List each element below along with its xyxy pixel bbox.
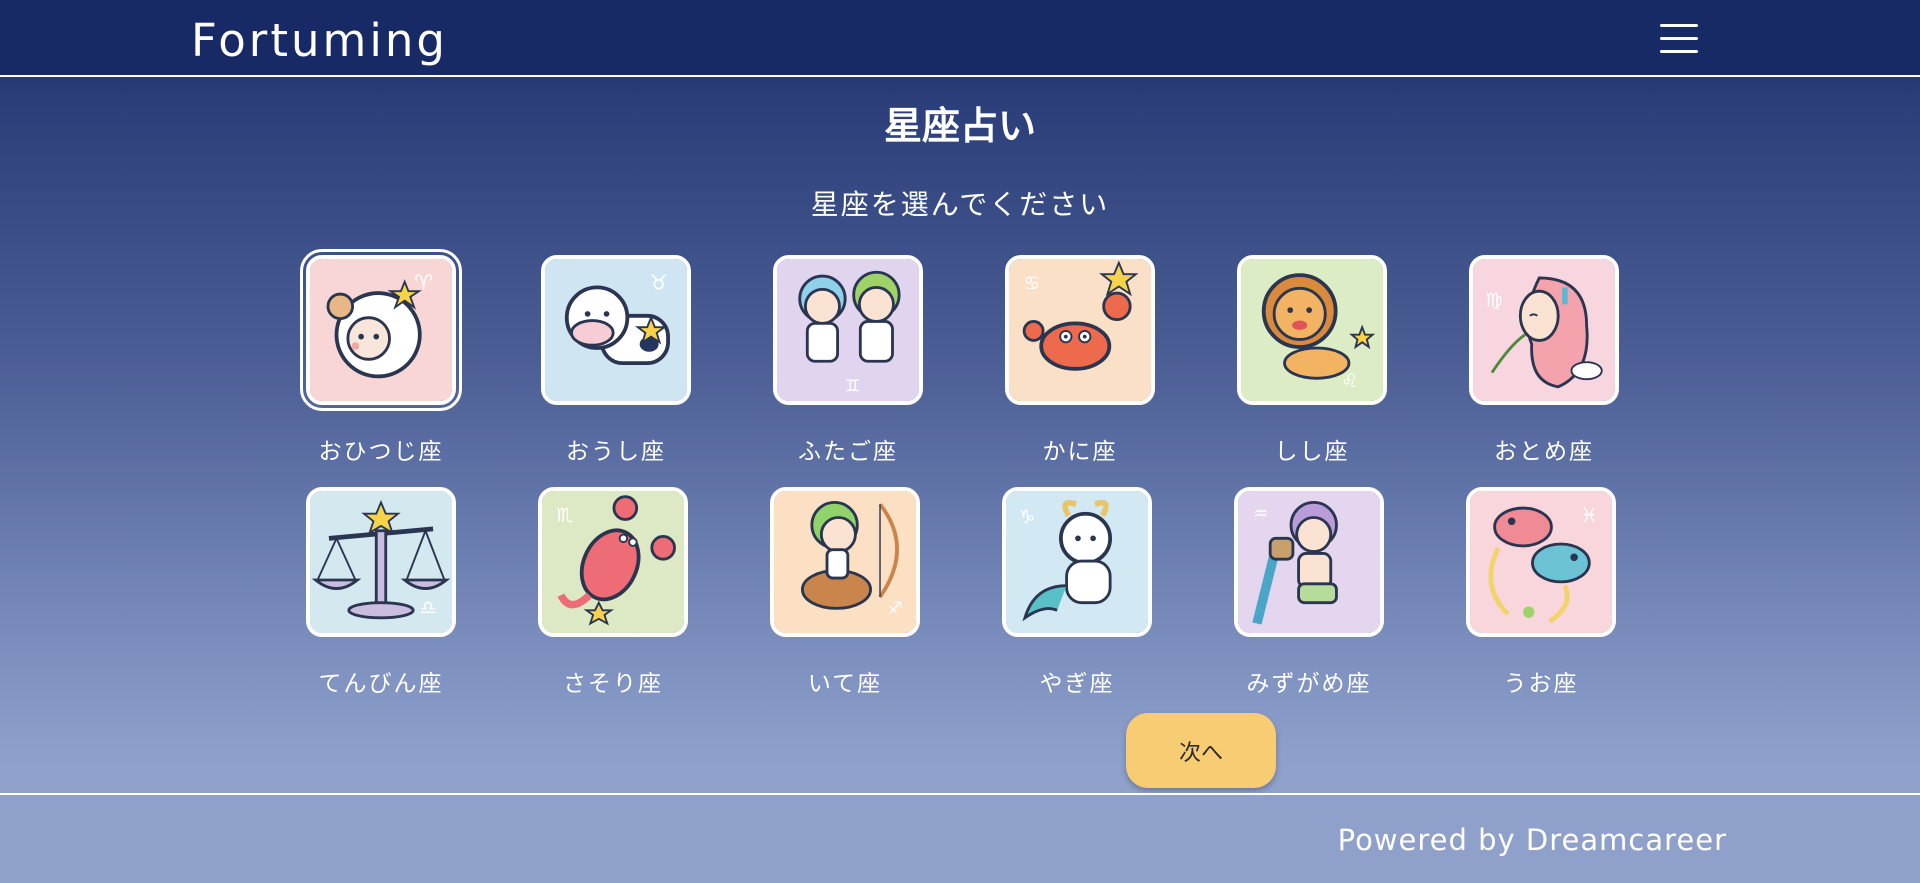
sign-label: やぎ座 bbox=[1039, 671, 1115, 697]
next-button[interactable]: 次へ bbox=[1126, 713, 1276, 788]
lion-icon: ♌ bbox=[1237, 255, 1387, 405]
sign-pisces[interactable]: ♓ うお座 bbox=[1466, 487, 1616, 698]
svg-text:♍: ♍ bbox=[1485, 289, 1502, 311]
sign-taurus[interactable]: ♉ おうし座 bbox=[541, 255, 691, 466]
sign-label: おうし座 bbox=[566, 439, 666, 465]
menu-bar bbox=[1660, 24, 1698, 27]
sign-cancer[interactable]: ♋ かに座 bbox=[1005, 255, 1155, 466]
sign-leo[interactable]: ♌ しし座 bbox=[1237, 255, 1387, 466]
ram-illustration: ♈ bbox=[310, 259, 452, 401]
sign-label: かに座 bbox=[1042, 439, 1118, 465]
sign-label: ふたご座 bbox=[798, 439, 898, 465]
sign-libra[interactable]: ♎ てんびん座 bbox=[306, 487, 456, 698]
svg-text:♏: ♏ bbox=[556, 504, 573, 526]
page-title: 星座占い bbox=[883, 104, 1036, 148]
bull-icon: ♉ bbox=[541, 255, 691, 405]
goat-icon: ♑ bbox=[1002, 487, 1152, 637]
twins-icon: ♊ bbox=[773, 255, 923, 405]
svg-text:♐: ♐ bbox=[888, 599, 903, 619]
svg-text:♉: ♉ bbox=[649, 270, 668, 294]
brand-logo[interactable]: Fortuming bbox=[191, 14, 448, 67]
sign-gemini[interactable]: ♊ ふたご座 bbox=[773, 255, 923, 466]
sign-label: おひつじ座 bbox=[318, 439, 444, 465]
sign-label: うお座 bbox=[1503, 671, 1579, 697]
svg-text:♑: ♑ bbox=[1018, 506, 1035, 528]
sign-aquarius[interactable]: ♒ みずがめ座 bbox=[1234, 487, 1384, 698]
maiden-icon: ♍ bbox=[1469, 255, 1619, 405]
sign-sagittarius[interactable]: ♐ いて座 bbox=[770, 487, 920, 698]
svg-text:♎: ♎ bbox=[420, 597, 437, 619]
ram-icon: ♈ bbox=[300, 249, 462, 411]
sign-scorpio[interactable]: ♏ さそり座 bbox=[538, 487, 688, 698]
header: Fortuming bbox=[0, 0, 1920, 77]
svg-text:♊: ♊ bbox=[845, 377, 860, 397]
sign-label: おとめ座 bbox=[1494, 439, 1594, 465]
water-bearer-icon: ♒ bbox=[1234, 487, 1384, 637]
sign-label: てんびん座 bbox=[318, 671, 444, 697]
hamburger-menu-icon[interactable] bbox=[1656, 22, 1704, 58]
crab-icon: ♋ bbox=[1005, 255, 1155, 405]
sign-label: みずがめ座 bbox=[1246, 671, 1372, 697]
menu-bar bbox=[1660, 37, 1698, 40]
svg-text:♓: ♓ bbox=[1581, 504, 1598, 526]
sign-label: さそり座 bbox=[563, 671, 663, 697]
archer-icon: ♐ bbox=[770, 487, 920, 637]
powered-by-text: Powered by Dreamcareer bbox=[1337, 823, 1727, 857]
page-subtitle: 星座を選んでください bbox=[810, 188, 1110, 221]
sign-label: いて座 bbox=[807, 671, 883, 697]
svg-text:♋: ♋ bbox=[1023, 272, 1040, 294]
svg-text:♌: ♌ bbox=[1341, 370, 1358, 392]
menu-bar bbox=[1660, 50, 1698, 53]
fish-icon: ♓ bbox=[1466, 487, 1616, 637]
sign-aries[interactable]: ♈ おひつじ座 bbox=[300, 249, 462, 466]
svg-text:♒: ♒ bbox=[1253, 504, 1268, 524]
sign-capricorn[interactable]: ♑ やぎ座 bbox=[1002, 487, 1152, 698]
sign-label: しし座 bbox=[1274, 439, 1350, 465]
scales-icon: ♎ bbox=[306, 487, 456, 637]
footer: Powered by Dreamcareer bbox=[0, 793, 1920, 883]
sign-virgo[interactable]: ♍ おとめ座 bbox=[1469, 255, 1619, 466]
scorpion-icon: ♏ bbox=[538, 487, 688, 637]
